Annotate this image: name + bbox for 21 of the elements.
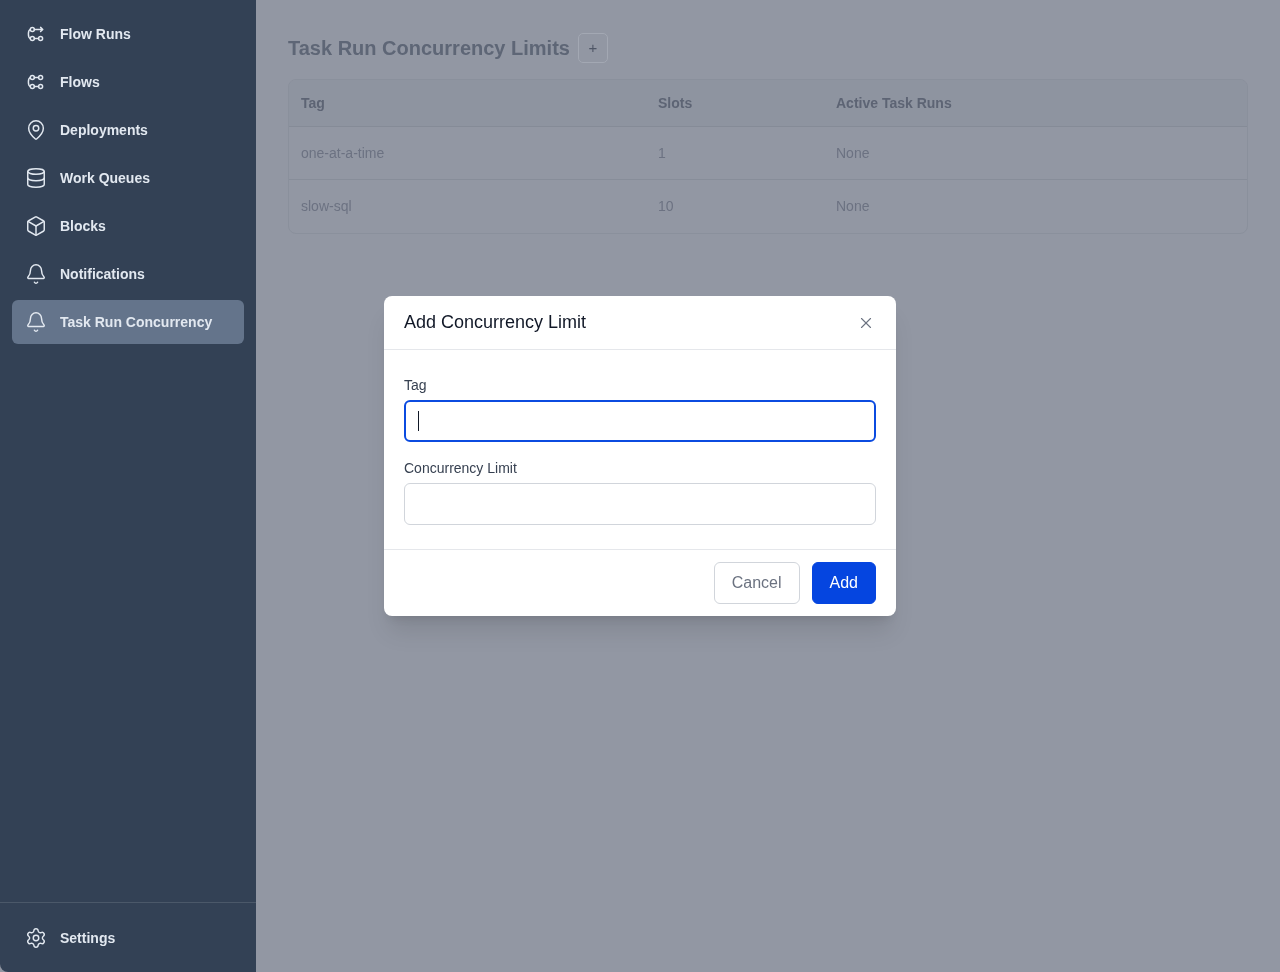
settings-icon <box>25 927 47 949</box>
field-label: Concurrency Limit <box>404 459 518 478</box>
database-icon <box>25 167 47 189</box>
cube-icon <box>25 215 47 237</box>
sidebar-item[interactable]: Work Queues <box>12 156 244 200</box>
text-caret-icon <box>418 411 419 431</box>
sidebar-item[interactable]: Settings <box>12 916 244 960</box>
map-pin-icon <box>25 119 47 141</box>
sidebar-item[interactable]: Blocks <box>12 204 244 248</box>
add-button[interactable]: Add <box>811 562 876 604</box>
sidebar-item[interactable]: Deployments <box>12 108 244 152</box>
sidebar-item[interactable]: Flow Runs <box>12 12 244 56</box>
sidebar-item[interactable]: Flows <box>12 60 244 104</box>
sidebar-item[interactable]: Notifications <box>12 252 244 296</box>
sidebar-item[interactable]: Task Run Concurrency <box>12 300 244 344</box>
field-label: Tag <box>404 376 428 395</box>
bell-icon <box>25 311 47 333</box>
bell-icon <box>25 263 47 285</box>
dialog-title: Add Concurrency Limit <box>404 311 587 334</box>
cancel-button[interactable]: Cancel <box>713 562 800 604</box>
input-field[interactable] <box>404 400 876 442</box>
